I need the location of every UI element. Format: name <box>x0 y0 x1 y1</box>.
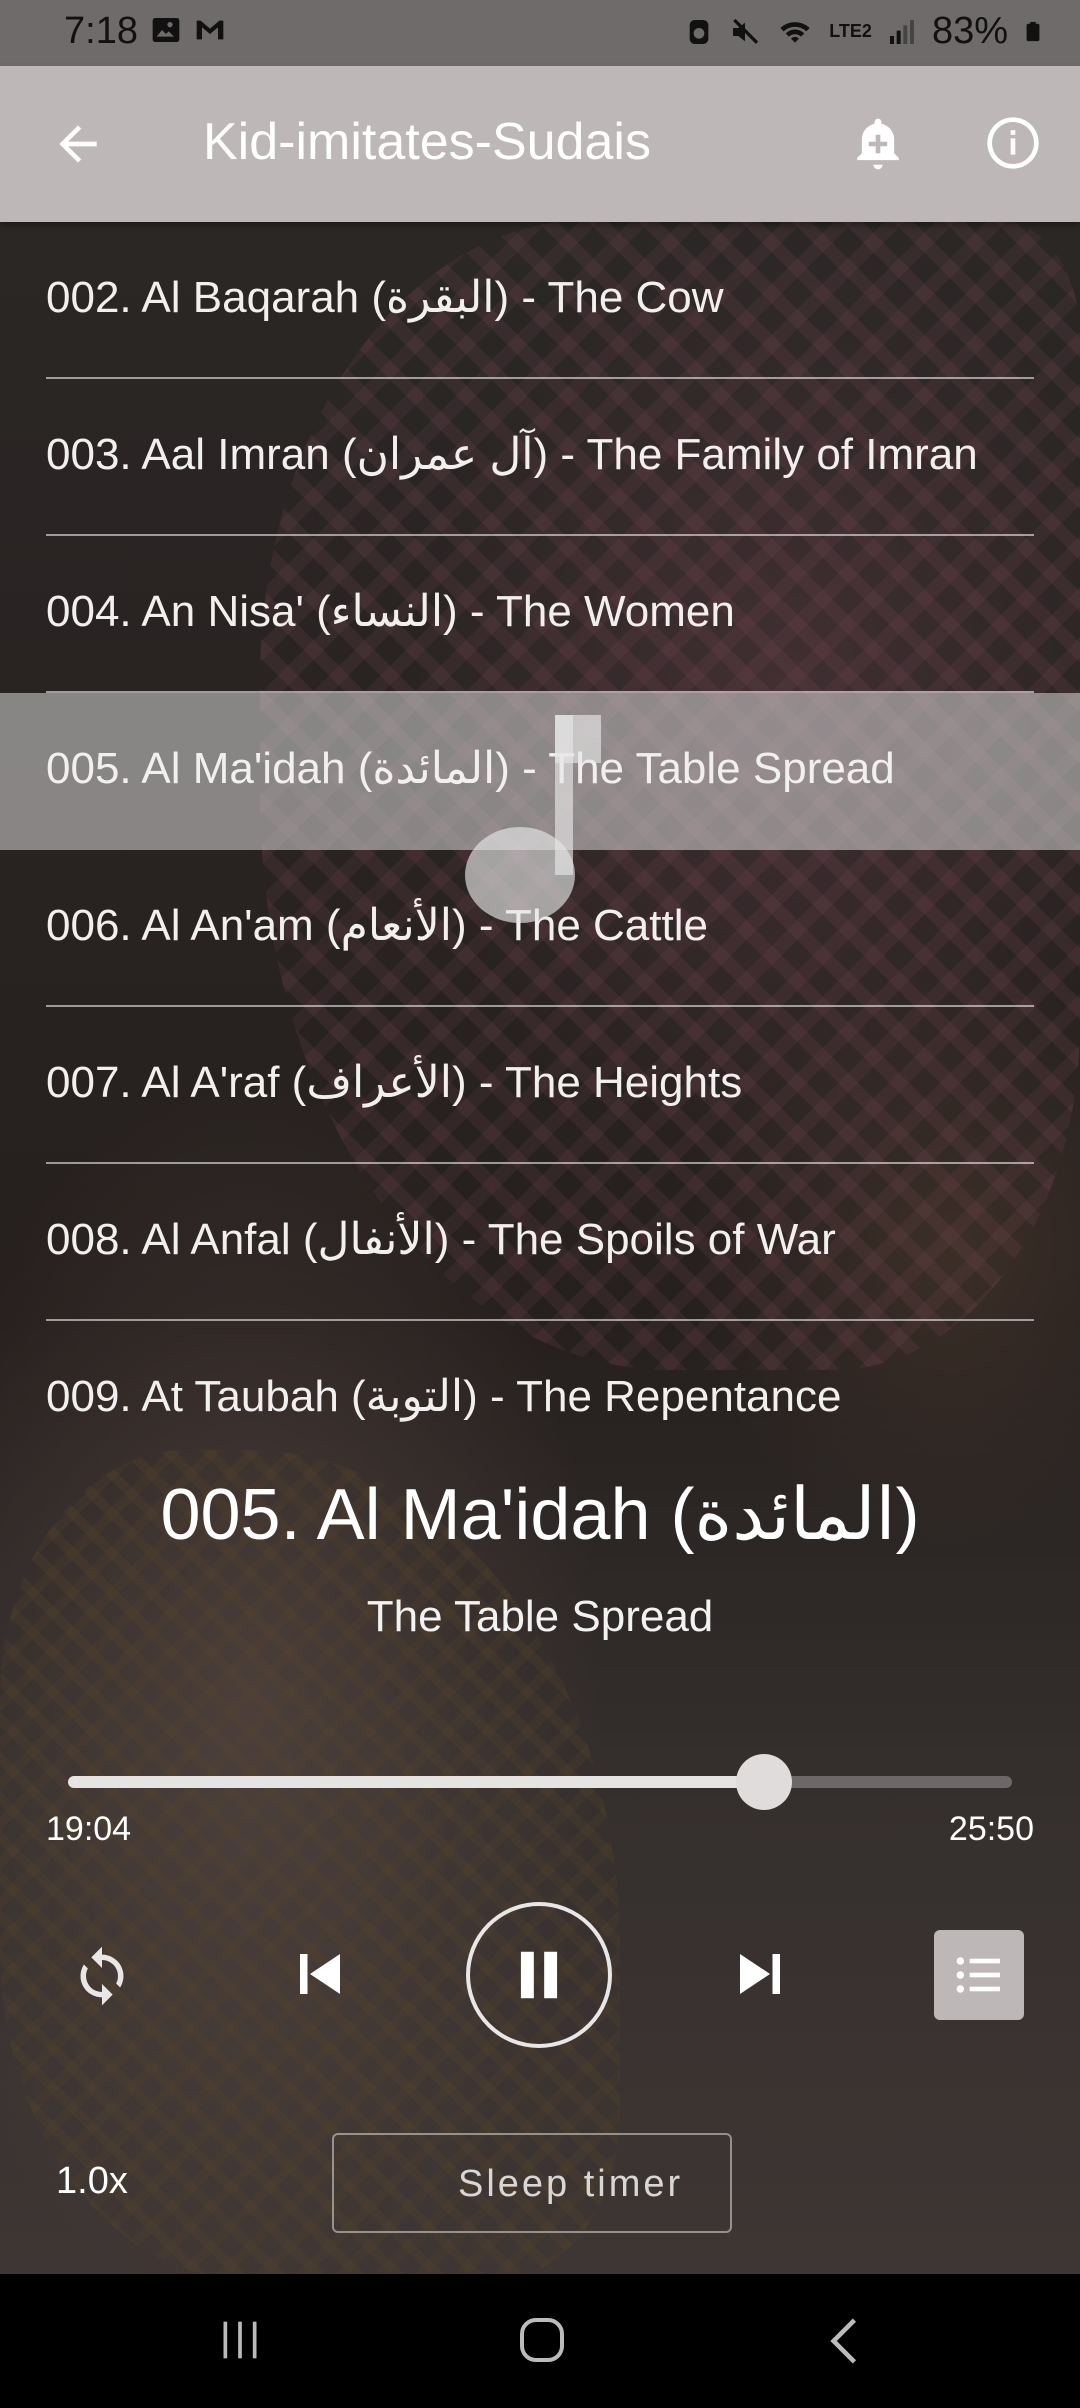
track-title: 004. An Nisa' (النساء) - The Women <box>46 587 735 636</box>
track-item[interactable]: 004. An Nisa' (النساء) - The Women <box>0 536 1080 693</box>
system-navigation-bar <box>0 2274 1080 2408</box>
track-title: 002. Al Baqarah (البقرة) - The Cow <box>46 273 724 322</box>
mute-icon <box>733 18 759 44</box>
track-title: 003. Aal Imran (آل عمران) - The Family o… <box>46 430 978 479</box>
sleep-timer-button[interactable]: Sleep timer <box>332 2133 732 2233</box>
alarm-status-icon <box>689 19 709 44</box>
seek-thumb[interactable] <box>735 1754 792 1810</box>
track-title: 008. Al Anfal (الأنفال) - The Spoils of … <box>46 1215 836 1264</box>
wifi-icon <box>780 21 810 43</box>
playback-speed-button[interactable]: 1.0x <box>56 2160 128 2203</box>
gallery-notification-icon <box>152 18 180 42</box>
signal-icon <box>889 19 914 44</box>
repeat-icon[interactable] <box>70 1944 134 2008</box>
music-note-icon <box>465 715 601 923</box>
gmail-notification-icon <box>196 20 224 40</box>
track-item[interactable]: 003. Aal Imran (آل عمران) - The Family o… <box>0 379 1080 536</box>
track-item[interactable]: 007. Al A'raf (الأعراف) - The Heights <box>0 1007 1080 1164</box>
total-duration: 25:50 <box>948 1810 1034 1848</box>
app-bar: Kid-imitates-Sudais <box>0 66 1080 222</box>
home-icon[interactable] <box>518 2316 566 2364</box>
track-item[interactable]: 002. Al Baqarah (البقرة) - The Cow <box>0 222 1080 379</box>
recent-apps-icon[interactable] <box>218 2318 262 2362</box>
seek-bar[interactable] <box>68 1754 1012 1810</box>
skip-next-icon[interactable] <box>730 1944 790 2004</box>
alarm-add-icon[interactable] <box>850 114 906 174</box>
status-system-icons: LTE2 83% <box>683 10 1044 53</box>
status-notification-icons <box>150 14 226 46</box>
info-icon[interactable] <box>985 115 1041 171</box>
elapsed-time: 19:04 <box>46 1810 132 1848</box>
now-playing-title: 005. Al Ma'idah (المائدة) <box>160 1475 920 1555</box>
battery-percent: 83% <box>931 10 1008 52</box>
pause-icon <box>520 1951 558 1999</box>
track-title: 007. Al A'raf (الأعراف) - The Heights <box>46 1058 743 1107</box>
seek-progress <box>68 1776 764 1788</box>
track-item[interactable]: 009. At Taubah (التوبة) - The Repentance <box>0 1321 1080 1478</box>
network-type: LTE2 <box>829 21 872 41</box>
status-bar: 7:18 LTE2 83% <box>0 0 1080 66</box>
battery-icon <box>1026 21 1040 41</box>
playlist-button[interactable] <box>934 1930 1024 2020</box>
page-title: Kid-imitates-Sudais <box>203 113 651 171</box>
track-item[interactable]: 008. Al Anfal (الأنفال) - The Spoils of … <box>0 1164 1080 1321</box>
back-arrow-icon[interactable] <box>50 116 106 172</box>
moon-icon <box>395 2166 414 2204</box>
skip-previous-icon[interactable] <box>290 1944 350 2004</box>
sleep-timer-label: Sleep timer <box>458 2163 684 2205</box>
nav-back-icon[interactable] <box>826 2316 862 2366</box>
track-title: 009. At Taubah (التوبة) - The Repentance <box>46 1372 842 1421</box>
status-time: 7:18 <box>64 10 138 52</box>
pause-button[interactable] <box>466 1902 612 2048</box>
playlist-icon <box>956 1957 1000 1993</box>
now-playing-subtitle: The Table Spread <box>366 1592 714 1641</box>
